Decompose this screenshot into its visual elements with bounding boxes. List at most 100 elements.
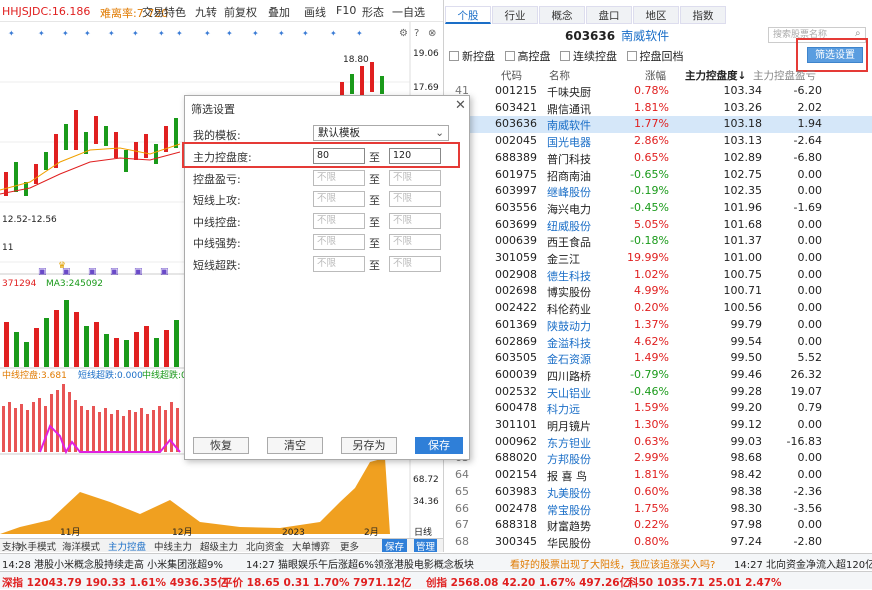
index-average[interactable]: 平价 18.65 0.31 1.70% 7971.12亿: [222, 575, 412, 590]
template-select[interactable]: 默认模板 ⌄: [313, 125, 449, 141]
range-from-input[interactable]: 80: [313, 148, 365, 164]
ticker-item-1[interactable]: 14:28 港股小米概念股持续走高 小米集团涨超9%: [2, 556, 223, 571]
tool-watchlist[interactable]: 一自选: [392, 4, 425, 20]
tool-pattern[interactable]: 形态: [362, 4, 384, 20]
table-row[interactable]: 43603636南威软件1.77%103.181.94: [445, 116, 872, 134]
y-label-top: 19.06: [413, 49, 439, 59]
col-change[interactable]: 涨幅: [645, 68, 666, 83]
table-row[interactable]: 49603699纽威股份5.05%101.680.00: [445, 217, 872, 234]
dialog-save-button[interactable]: 保存: [415, 437, 463, 454]
table-row[interactable]: 66 002478 常宝股份 1.75% 98.30 -3.56: [445, 501, 872, 518]
table-row[interactable]: 42603421鼎信通讯1.81%103.262.02: [445, 100, 872, 117]
table-row[interactable]: 60600478科力远1.59%99.200.79: [445, 400, 872, 417]
col-control-degree[interactable]: 主力控盘度↓: [685, 68, 746, 83]
range-from-input[interactable]: 不限: [313, 191, 365, 207]
row-name: 德生科技: [547, 269, 591, 283]
checkbox-high-control[interactable]: 高控盘: [504, 48, 551, 64]
ticker-item-3[interactable]: 看好的股票出现了大阳线，我应该追涨买入吗?: [510, 556, 715, 571]
table-row[interactable]: 41 001215 千味央厨 0.78% 103.34 -6.20: [445, 83, 872, 100]
svg-text:✦: ✦: [356, 29, 363, 38]
col-name[interactable]: 名称: [549, 68, 570, 83]
tab-concept[interactable]: 概念: [539, 6, 585, 24]
table-row[interactable]: 68 300345 华民股份 0.80% 97.24 -2.80: [445, 534, 872, 551]
tab-northbound[interactable]: 北向资金: [246, 539, 284, 552]
index-star50[interactable]: 科50 1035.71 25.01 2.47%: [628, 575, 782, 590]
range-from-input[interactable]: 不限: [313, 234, 365, 250]
index-shenzhen[interactable]: 深指 12043.79 190.33 1.61% 4936.35亿: [2, 575, 228, 590]
table-row[interactable]: 46601975招商南油-0.65%102.750.00: [445, 167, 872, 184]
tab-region[interactable]: 地区: [633, 6, 679, 24]
selected-stock-name[interactable]: 南威软件: [621, 29, 669, 43]
tab-big-order[interactable]: 大单博弈: [292, 539, 330, 552]
save-button[interactable]: 保存: [382, 539, 408, 552]
row-control-degree: 99.46: [730, 367, 763, 381]
help-icon[interactable]: ?: [414, 28, 419, 39]
table-row[interactable]: 54002422科伦药业0.20%100.560.00: [445, 300, 872, 317]
tab-mid-main[interactable]: 中线主力: [154, 539, 192, 552]
tab-super-main[interactable]: 超级主力: [200, 539, 238, 552]
table-row[interactable]: 50000639西王食品-0.18%101.370.00: [445, 233, 872, 250]
tool-overlay[interactable]: 叠加: [268, 4, 290, 20]
range-to-input[interactable]: 不限: [389, 169, 441, 186]
ticker-item-4[interactable]: 14:27 北向资金净流入超120亿: [734, 556, 872, 571]
tab-sailor[interactable]: 水手模式: [18, 539, 56, 552]
tab-order-book[interactable]: 盘口: [586, 6, 632, 24]
table-row[interactable]: 44002045国光电器2.86%103.13-2.64: [445, 133, 872, 150]
tab-ocean[interactable]: 海洋模式: [62, 539, 100, 552]
table-row[interactable]: 53002698博实股份4.99%100.710.00: [445, 283, 872, 300]
tool-draw-line[interactable]: 画线: [304, 4, 326, 20]
table-row[interactable]: 47603997继峰股份-0.19%102.350.00: [445, 183, 872, 200]
table-row[interactable]: 64 002154 报 喜 鸟 1.81% 98.42 0.00: [445, 467, 872, 484]
checkbox-new-control[interactable]: 新控盘: [449, 48, 495, 64]
tab-more[interactable]: 更多: [340, 539, 359, 552]
period-label[interactable]: 日线: [414, 526, 432, 538]
col-code[interactable]: 代码: [501, 68, 522, 83]
tab-stock[interactable]: 个股: [445, 6, 491, 24]
table-row[interactable]: 65 603983 丸美股份 0.60% 98.38 -2.36: [445, 484, 872, 501]
svg-text:✦: ✦: [132, 29, 139, 38]
index-chinext[interactable]: 创指 2568.08 42.20 1.67% 497.26亿: [426, 575, 630, 590]
table-row[interactable]: 63688020方邦股份2.99%98.680.00: [445, 450, 872, 467]
range-to-input[interactable]: 不限: [389, 255, 441, 272]
table-row[interactable]: 58600039四川路桥-0.79%99.4626.32: [445, 367, 872, 384]
tab-main-control[interactable]: 主力控盘: [108, 539, 146, 552]
range-to-input[interactable]: 不限: [389, 191, 441, 207]
table-row[interactable]: 61301101明月镜片1.30%99.120.00: [445, 417, 872, 434]
table-row[interactable]: 55601369陕鼓动力1.37%99.790.00: [445, 317, 872, 334]
range-from-input[interactable]: 不限: [313, 212, 365, 229]
range-to-input[interactable]: 不限: [389, 234, 441, 250]
close-icon[interactable]: ✕: [455, 98, 466, 113]
tab-index[interactable]: 指数: [680, 6, 726, 24]
close-icon[interactable]: ⊗: [428, 28, 436, 39]
clear-button[interactable]: 清空: [267, 437, 323, 454]
checkbox-continuous-control[interactable]: 连续控盘: [560, 48, 617, 64]
tool-f10[interactable]: F10: [336, 4, 356, 17]
range-to-input[interactable]: 120: [389, 148, 441, 164]
gear-icon[interactable]: ⚙: [399, 28, 408, 39]
range-from-input[interactable]: 不限: [313, 169, 365, 186]
table-row[interactable]: 45688389普门科技0.65%102.89-6.80: [445, 150, 872, 167]
table-row[interactable]: 62000962东方钽业0.63%99.03-16.83: [445, 434, 872, 451]
manage-button[interactable]: 管理: [414, 539, 438, 552]
checkbox-control-pullback[interactable]: 控盘回档: [626, 48, 684, 64]
tool-trade-feature[interactable]: 交易特色: [142, 4, 186, 20]
save-as-button[interactable]: 另存为: [341, 437, 397, 454]
row-code: 300345: [495, 534, 537, 548]
table-row[interactable]: 48603556海兴电力-0.45%101.96-1.69: [445, 200, 872, 217]
table-row[interactable]: 59002532天山铝业-0.46%99.2819.07: [445, 384, 872, 401]
table-row[interactable]: 51301059金三江19.99%101.000.00: [445, 250, 872, 267]
col-control-pnl[interactable]: 主力控盘盈亏: [753, 68, 816, 83]
tool-jiuzhuan[interactable]: 九转: [195, 4, 217, 20]
table-row[interactable]: 52002908德生科技1.02%100.750.00: [445, 267, 872, 284]
range-to-input[interactable]: 不限: [389, 212, 441, 229]
table-row[interactable]: 67 688318 财富趋势 0.22% 97.98 0.00: [445, 517, 872, 534]
table-row[interactable]: 57603505金石资源1.49%99.505.52: [445, 350, 872, 367]
ticker-item-2[interactable]: 14:27 猫眼娱乐午后涨超6%领涨港股电影概念板块: [246, 556, 474, 571]
table-row[interactable]: 56602869金溢科技4.62%99.540.00: [445, 334, 872, 351]
tool-adjust[interactable]: 前复权: [224, 4, 257, 20]
range-from-input[interactable]: 不限: [313, 255, 365, 272]
restore-button[interactable]: 恢复: [193, 437, 249, 454]
row-code: 002154: [495, 468, 537, 482]
tab-industry[interactable]: 行业: [492, 6, 538, 24]
filter-checkboxes: 新控盘 高控盘 连续控盘 控盘回档: [449, 48, 690, 64]
